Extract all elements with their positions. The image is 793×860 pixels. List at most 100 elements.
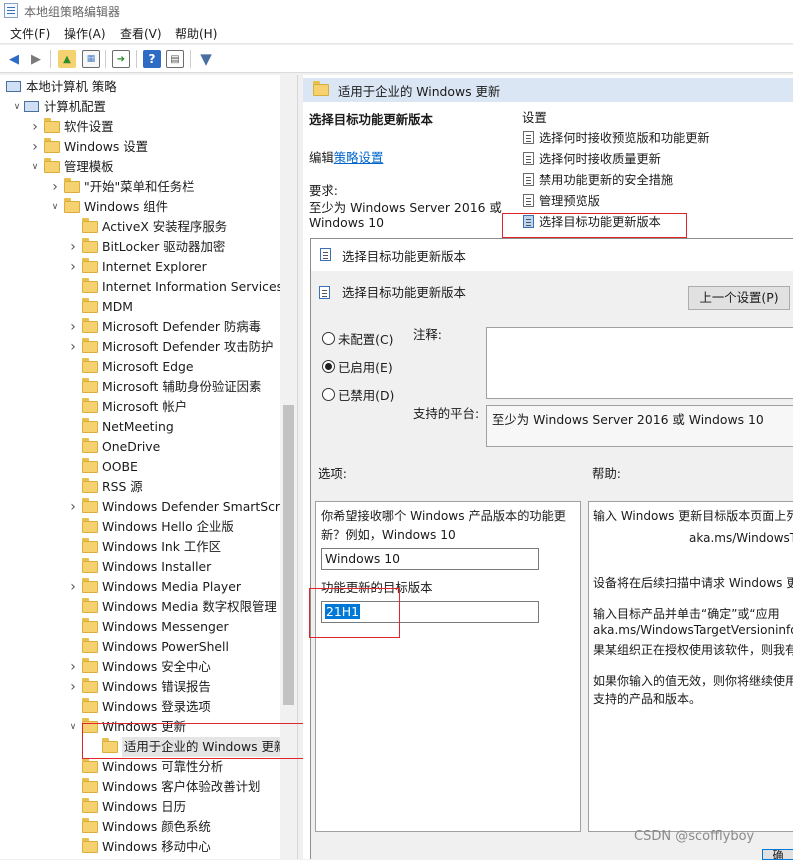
- tree-item[interactable]: › Windows 错误报告: [0, 677, 280, 697]
- tree-item-label: Windows Installer: [102, 559, 212, 574]
- tree-item[interactable]: › Windows Defender SmartScree: [0, 497, 295, 517]
- supported-platform-label: 支持的平台:: [413, 406, 480, 421]
- toolbar-separator: [50, 50, 51, 68]
- expand-chevron-icon[interactable]: ›: [68, 317, 78, 337]
- menu-file[interactable]: 文件(F): [10, 25, 50, 42]
- menu-help[interactable]: 帮助(H): [175, 25, 217, 42]
- expand-chevron-icon[interactable]: ›: [30, 117, 40, 137]
- tree-item[interactable]: ∨ Windows 组件: [0, 197, 280, 217]
- radio-not-configured[interactable]: [322, 332, 335, 345]
- help-icon[interactable]: ?: [143, 50, 161, 68]
- ok-button[interactable]: 确: [762, 849, 793, 860]
- expand-chevron-icon[interactable]: ›: [68, 657, 78, 677]
- tree-item[interactable]: Windows Ink 工作区: [0, 537, 280, 557]
- tree-item[interactable]: MDM: [0, 297, 280, 317]
- collapse-chevron-icon[interactable]: ∨: [12, 97, 22, 117]
- tree-item[interactable]: Microsoft 帐户: [0, 397, 280, 417]
- help-panel: 输入 Windows 更新目标版本页面上列 aka.ms/WindowsT 设备…: [588, 501, 793, 832]
- expand-chevron-icon[interactable]: ›: [68, 677, 78, 697]
- back-arrow-icon[interactable]: ◀: [5, 50, 23, 68]
- folder-icon: [82, 378, 98, 393]
- tree-item[interactable]: Windows 移动中心: [0, 837, 280, 857]
- up-folder-icon[interactable]: ▲: [58, 50, 76, 68]
- filter-icon[interactable]: ▼: [197, 50, 215, 68]
- menu-view[interactable]: 查看(V): [120, 25, 162, 42]
- tree-item[interactable]: Windows 客户体验改善计划: [0, 777, 280, 797]
- help-text-line: 设备将在后续扫描中请求 Windows 更: [593, 576, 793, 590]
- tree-item[interactable]: › Windows 安全中心: [0, 657, 280, 677]
- tree-item[interactable]: Windows 登录选项: [0, 697, 280, 717]
- tree-item[interactable]: Windows Messenger: [0, 617, 280, 637]
- tree-item[interactable]: Windows 颜色系统: [0, 817, 280, 837]
- expand-chevron-icon[interactable]: ›: [68, 577, 78, 597]
- radio-enabled-label[interactable]: 已启用(E): [338, 358, 393, 376]
- folder-icon: [82, 678, 98, 693]
- collapse-chevron-icon[interactable]: ∨: [68, 717, 78, 737]
- radio-disabled[interactable]: [322, 388, 335, 401]
- collapse-chevron-icon[interactable]: ∨: [50, 197, 60, 217]
- tree-item[interactable]: › 软件设置: [0, 117, 280, 137]
- expand-chevron-icon[interactable]: ›: [68, 497, 78, 517]
- tree-item[interactable]: Internet Information Services: [0, 277, 283, 297]
- tree-item[interactable]: RSS 源: [0, 477, 280, 497]
- tree-item-label: BitLocker 驱动器加密: [102, 239, 226, 254]
- tree-item[interactable]: › "开始"菜单和任务栏: [0, 177, 280, 197]
- tree-item[interactable]: › Microsoft Defender 防病毒: [0, 317, 280, 337]
- tree-item[interactable]: Windows PowerShell: [0, 637, 280, 657]
- tree-item[interactable]: Windows 可靠性分析: [0, 757, 280, 777]
- tree-item-label: Windows Ink 工作区: [102, 539, 222, 554]
- tree-item[interactable]: ∨ 计算机配置: [0, 97, 280, 117]
- radio-disabled-label[interactable]: 已禁用(D): [338, 386, 394, 404]
- product-version-input[interactable]: Windows 10: [321, 548, 539, 570]
- tree-item[interactable]: ActiveX 安装程序服务: [0, 217, 280, 237]
- tree-item[interactable]: OneDrive: [0, 437, 280, 457]
- options-panel: 你希望接收哪个 Windows 产品版本的功能更新？例如，Windows 10 …: [315, 501, 581, 832]
- folder-icon: [82, 838, 98, 853]
- tree-item[interactable]: NetMeeting: [0, 417, 280, 437]
- properties-icon[interactable]: ▤: [166, 50, 184, 68]
- tree-item[interactable]: › BitLocker 驱动器加密: [0, 237, 280, 257]
- tree-item[interactable]: Windows Hello 企业版: [0, 517, 280, 537]
- tree-item[interactable]: Windows Media 数字权限管理: [0, 597, 280, 617]
- show-hide-tree-icon[interactable]: ▦: [82, 50, 100, 68]
- tree-item[interactable]: ∨ 管理模板: [0, 157, 280, 177]
- tree-item[interactable]: › Windows 设置: [0, 137, 280, 157]
- tree-item[interactable]: Microsoft Edge: [0, 357, 280, 377]
- settings-column-header[interactable]: 设置: [522, 108, 547, 126]
- collapse-chevron-icon[interactable]: ∨: [30, 157, 40, 177]
- edit-policy-line: 编辑策略设置: [309, 148, 383, 166]
- comment-label: 注释:: [413, 327, 442, 342]
- tree-item-label: OneDrive: [102, 439, 161, 454]
- help-text-line: aka.ms/WindowsT: [689, 531, 793, 545]
- expand-chevron-icon[interactable]: ›: [68, 337, 78, 357]
- tree-item[interactable]: OOBE: [0, 457, 280, 477]
- tree-item[interactable]: 本地计算机 策略: [0, 77, 280, 97]
- tree-item[interactable]: › Microsoft Defender 攻击防护: [0, 337, 280, 357]
- expand-chevron-icon[interactable]: ›: [68, 237, 78, 257]
- previous-setting-button[interactable]: 上一个设置(P): [688, 286, 790, 310]
- export-list-icon[interactable]: ➜: [112, 50, 130, 68]
- dialog-window-title: 选择目标功能更新版本: [342, 249, 466, 264]
- folder-icon: [82, 798, 98, 813]
- tree-scroll-thumb[interactable]: [283, 405, 294, 705]
- tree-item[interactable]: › Internet Explorer: [0, 257, 280, 277]
- comment-textarea[interactable]: [486, 327, 793, 399]
- forward-arrow-icon[interactable]: ▶: [27, 50, 45, 68]
- tree-item[interactable]: › Windows Media Player: [0, 577, 280, 597]
- menu-action[interactable]: 操作(A): [64, 25, 106, 42]
- radio-not-configured-label[interactable]: 未配置(C): [338, 330, 394, 348]
- folder-icon: [82, 498, 98, 513]
- expand-chevron-icon[interactable]: ›: [50, 177, 60, 197]
- edit-policy-link[interactable]: 策略设置: [334, 150, 384, 165]
- expand-chevron-icon[interactable]: ›: [30, 137, 40, 157]
- tree-item[interactable]: Windows Installer: [0, 557, 280, 577]
- radio-enabled[interactable]: [322, 360, 335, 373]
- folder-icon: [82, 298, 98, 313]
- help-text-line: 如果你输入的值无效，则你将继续使用: [593, 674, 793, 688]
- folder-icon: [82, 638, 98, 653]
- tree-item[interactable]: Microsoft 辅助身份验证因素: [0, 377, 280, 397]
- tree-item[interactable]: Windows 日历: [0, 797, 280, 817]
- policy-title: 选择目标功能更新版本: [309, 112, 433, 127]
- tree-item-label: RSS 源: [102, 479, 143, 494]
- expand-chevron-icon[interactable]: ›: [68, 257, 78, 277]
